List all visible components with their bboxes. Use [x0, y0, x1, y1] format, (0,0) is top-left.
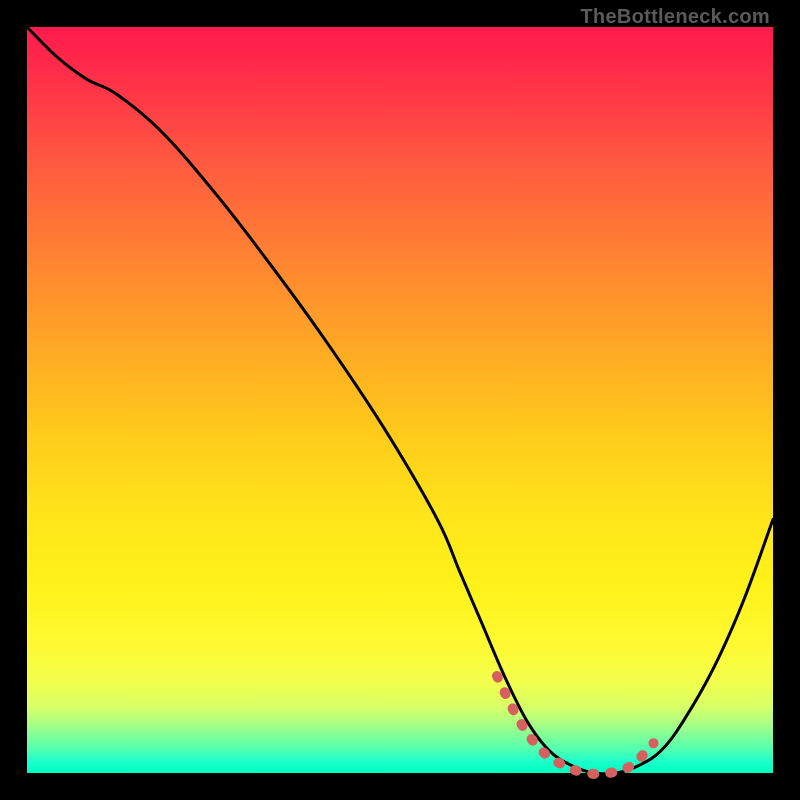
chart-plot: [27, 27, 773, 773]
watermark: TheBottleneck.com: [580, 6, 770, 29]
minimum-highlight: [497, 676, 654, 774]
bottleneck-curve: [27, 27, 773, 774]
